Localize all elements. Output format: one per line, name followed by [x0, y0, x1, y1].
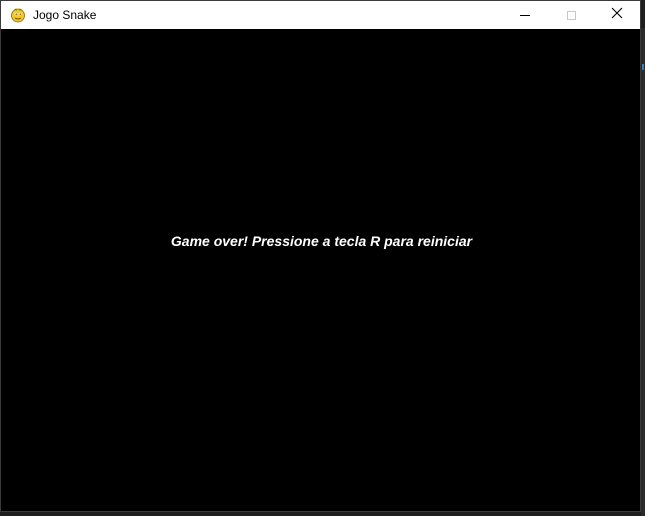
background-accent — [642, 64, 644, 70]
game-canvas[interactable] — [1, 29, 640, 511]
close-icon — [611, 6, 623, 24]
window-controls — [502, 1, 640, 29]
window-title: Jogo Snake — [33, 8, 97, 22]
minimize-icon — [520, 14, 530, 16]
background-window-edge — [641, 28, 645, 516]
pygame-snake-icon[interactable] — [10, 7, 26, 23]
desktop: Jogo Snake Game over! Pressione a tecla … — [0, 0, 645, 516]
close-button[interactable] — [594, 1, 640, 29]
title-bar[interactable]: Jogo Snake — [1, 1, 640, 29]
minimize-button[interactable] — [502, 1, 548, 29]
maximize-button[interactable] — [548, 1, 594, 29]
game-over-message: Game over! Pressione a tecla R para rein… — [170, 233, 473, 249]
maximize-icon — [566, 10, 576, 20]
game-window[interactable]: Jogo Snake Game over! Pressione a tecla … — [0, 0, 641, 512]
